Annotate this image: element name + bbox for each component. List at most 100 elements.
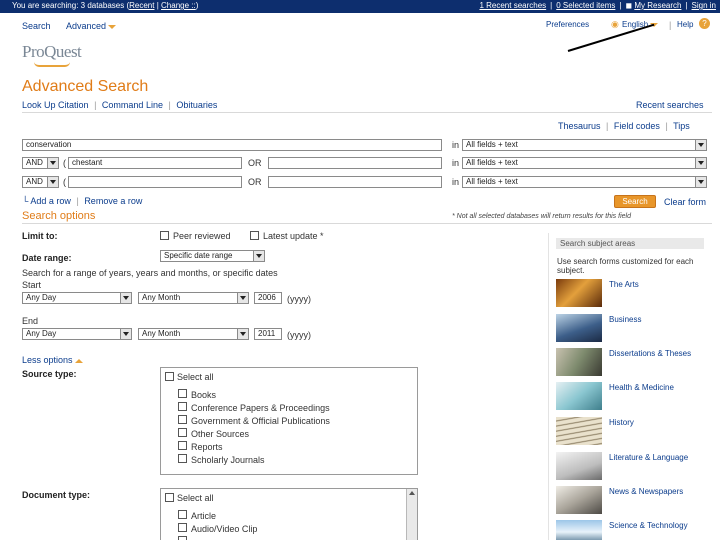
subject-link-dissertations[interactable]: Dissertations & Theses [609,349,699,358]
less-options-link[interactable]: Less options [22,355,83,365]
limit-to-label: Limit to: [22,231,58,241]
source-checkbox-scholarly[interactable] [178,454,187,463]
boolean-select-2[interactable]: AND [22,157,59,169]
field-select-3[interactable]: All fields + text [462,176,707,188]
source-checkbox-books[interactable] [178,389,187,398]
clear-form-link[interactable]: Clear form [664,197,706,207]
date-range-select[interactable]: Specific date range [160,250,265,262]
select-all-label: Select all [177,493,214,503]
source-checkbox-other[interactable] [178,428,187,437]
recent-searches-link-2[interactable]: Recent searches [636,100,704,110]
field-select-2[interactable]: All fields + text [462,157,707,169]
doc-checkbox-audio-video[interactable] [178,523,187,532]
sign-in-link[interactable]: Sign in [692,1,716,10]
help-icon[interactable]: ? [699,18,710,29]
subject-link-science[interactable]: Science & Technology [609,521,699,530]
command-line-link[interactable]: Command Line [102,100,163,110]
dissertations-thumbnail[interactable] [556,348,602,376]
start-day-select[interactable]: Any Day [22,292,132,304]
databases-note: * Not all selected databases will return… [452,213,631,220]
document-type-label: Document type: [22,490,91,500]
or-term-input-2[interactable] [268,157,442,169]
nav-search[interactable]: Search [22,21,51,31]
start-year-input[interactable]: 2006 [254,292,282,304]
databases-link[interactable]: Recent [129,1,154,10]
chevron-down-icon [47,177,58,187]
or-term-input-3[interactable] [268,176,442,188]
chevron-down-icon [237,329,248,339]
subject-link-arts[interactable]: The Arts [609,280,699,289]
recent-searches-link[interactable]: 1 Recent searches [479,1,546,10]
health-thumbnail[interactable] [556,382,602,410]
source-checkbox-government[interactable] [178,415,187,424]
end-month-select[interactable]: Any Month [138,328,249,340]
search-term-input-1[interactable]: conservation [22,139,442,151]
science-thumbnail[interactable] [556,520,602,540]
start-label: Start [22,280,42,290]
help-link[interactable]: Help [677,20,693,29]
subject-link-health[interactable]: Health & Medicine [609,383,699,392]
chevron-up-icon [74,358,83,363]
change-databases-link[interactable]: Change :: [161,1,196,10]
start-month-select[interactable]: Any Month [138,292,249,304]
date-range-label: Date range: [22,253,72,263]
subject-intro: Use search forms customized for each sub… [557,257,694,275]
business-thumbnail[interactable] [556,314,602,342]
subject-link-history[interactable]: History [609,418,699,427]
doc-checkbox-article[interactable] [178,510,187,519]
subject-link-news[interactable]: News & Newspapers [609,487,699,496]
my-research-link[interactable]: My Research [634,1,681,10]
peer-reviewed-checkbox[interactable] [160,231,169,240]
news-thumbnail[interactable] [556,486,602,514]
source-checkbox-conference[interactable] [178,402,187,411]
chevron-down-icon [695,158,706,168]
select-all-checkbox[interactable] [165,493,174,502]
arts-thumbnail[interactable] [556,279,602,307]
or-label: OR [248,177,262,187]
subject-link-business[interactable]: Business [609,315,699,324]
source-label: Other Sources [191,429,250,439]
source-label: Books [191,390,217,400]
doc-checkbox-more[interactable] [178,536,187,540]
nav-advanced[interactable]: Advanced [66,21,117,31]
history-thumbnail[interactable] [556,417,602,445]
look-up-citation-link[interactable]: Look Up Citation [22,100,89,110]
proquest-logo[interactable]: ProQuest [22,42,82,62]
source-label: Government & Official Publications [191,416,330,426]
subject-link-literature[interactable]: Literature & Language [609,453,699,462]
source-type-list[interactable]: Select all Books Conference Papers & Pro… [160,367,418,475]
open-paren: ( [63,158,66,168]
search-term-input-2[interactable]: chestant [68,157,242,169]
tips-link[interactable]: Tips [673,121,690,131]
select-all-label: Select all [177,372,214,382]
preferences-link[interactable]: Preferences [546,20,589,29]
latest-update-checkbox[interactable] [250,231,259,240]
selected-items-link[interactable]: 0 Selected items [556,1,615,10]
doc-label: Audio/Video Clip [191,524,258,534]
document-type-list[interactable]: Select all Article Audio/Video Clip ... [160,488,418,540]
thesaurus-link[interactable]: Thesaurus [558,121,601,131]
scroll-up-icon[interactable] [409,491,415,495]
boolean-select-3[interactable]: AND [22,176,59,188]
source-label: Scholarly Journals [191,455,265,465]
scrollbar[interactable] [406,489,417,540]
add-row-icon: └ [22,196,29,206]
logo-swoosh [34,62,70,67]
row-controls: └ Add a row | Remove a row [22,196,143,206]
end-year-input[interactable]: 2011 [254,328,282,340]
end-day-select[interactable]: Any Day [22,328,132,340]
search-button[interactable]: Search [614,195,656,208]
search-term-input-3[interactable] [68,176,242,188]
field-select-1[interactable]: All fields + text [462,139,707,151]
obituaries-link[interactable]: Obituaries [176,100,217,110]
source-type-label: Source type: [22,369,77,379]
add-row-link[interactable]: Add a row [30,196,71,206]
remove-row-link[interactable]: Remove a row [84,196,142,206]
select-all-checkbox[interactable] [165,372,174,381]
yyyy-hint: (yyyy) [287,294,311,304]
literature-thumbnail[interactable] [556,452,602,480]
field-codes-link[interactable]: Field codes [614,121,660,131]
source-checkbox-reports[interactable] [178,441,187,450]
source-label: Conference Papers & Proceedings [191,403,330,413]
or-label: OR [248,158,262,168]
